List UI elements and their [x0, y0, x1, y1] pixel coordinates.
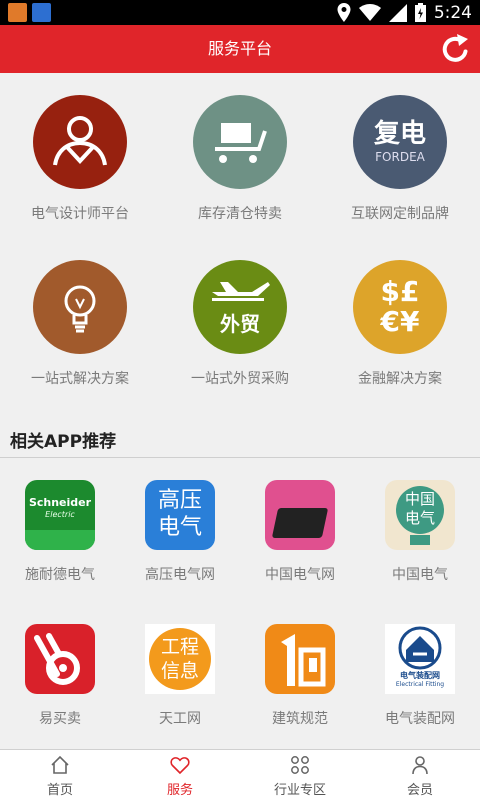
schneider-brand: Schneider	[28, 496, 92, 509]
notification-app-icon-2	[32, 3, 51, 22]
grid-icon	[291, 756, 309, 774]
divider	[0, 457, 480, 458]
cooker-body	[271, 508, 329, 538]
fordea-logo: 复电 FORDEA	[353, 95, 447, 189]
battery-icon	[414, 3, 426, 22]
nav-label: 首页	[46, 783, 73, 798]
schneider-icon: Schneider Electric	[25, 480, 95, 550]
notification-app-icon	[8, 3, 27, 22]
gaoya-logo-line1: 高压	[157, 488, 202, 513]
service-label: 金融解决方案	[358, 371, 442, 387]
nav-item-service[interactable]: 服务	[120, 750, 240, 800]
nav-item-home[interactable]: 首页	[0, 750, 120, 800]
location-icon	[337, 3, 351, 22]
service-item-designer[interactable]: 电气设计师平台	[0, 95, 160, 245]
tiangong-logo-line1: 工程	[160, 636, 199, 658]
bulb-base	[410, 535, 430, 545]
app-label: 电气装配网	[385, 711, 455, 727]
app-item-yimaimai[interactable]: 易买卖	[0, 624, 120, 744]
china-electric-line2: 电气	[404, 509, 435, 527]
refresh-icon[interactable]	[438, 31, 474, 67]
page-title: 服务平台	[207, 39, 272, 58]
service-label: 一站式解决方案	[31, 371, 129, 387]
heart-icon	[170, 757, 190, 775]
nav-label: 会员	[406, 783, 433, 798]
app-item-china-electric-net[interactable]: 中国电气网	[240, 480, 360, 600]
home-icon	[51, 755, 69, 774]
fordea-logo-en: FORDEA	[375, 150, 425, 164]
app-item-china-electric[interactable]: 中国 电气 中国电气	[360, 480, 480, 600]
gaoya-icon: 高压 电气	[145, 480, 215, 550]
induction-cooker-icon	[265, 480, 335, 550]
zhuangpei-logo-cn: 电气装配网	[400, 671, 440, 680]
app-label: 中国电气	[392, 567, 448, 583]
clock: 5:24	[433, 2, 472, 23]
service-item-clearance[interactable]: 库存清仓特卖	[160, 95, 320, 245]
bottom-nav: 首页 服务 行业专区 会员	[0, 749, 480, 800]
fordea-logo-cn: 复电	[373, 119, 426, 149]
lightbulb-icon	[33, 260, 127, 354]
service-label: 一站式外贸采购	[191, 371, 289, 387]
app-item-schneider[interactable]: Schneider Electric 施耐德电气	[0, 480, 120, 600]
schneider-brand-sub: Electric	[45, 510, 75, 519]
app-label: 中国电气网	[265, 567, 335, 583]
app-screen: 5:24 服务平台 电气设计师平台 库存清仓特卖 复电 FORDEA 互联网定制…	[0, 0, 480, 800]
service-item-finance[interactable]: $£€¥ 金融解决方案	[320, 260, 480, 410]
designer-icon	[33, 95, 127, 189]
currency-symbols: $£€¥	[380, 275, 420, 338]
wifi-icon	[358, 4, 381, 21]
service-label: 库存清仓特卖	[198, 206, 282, 222]
nav-label: 行业专区	[273, 783, 326, 798]
app-item-jianzhu[interactable]: 建筑规范	[240, 624, 360, 744]
service-label: 电气设计师平台	[31, 206, 129, 222]
service-item-fordea[interactable]: 复电 FORDEA 互联网定制品牌	[320, 95, 480, 245]
airplane-icon: 外贸	[193, 260, 287, 354]
app-label: 易买卖	[39, 711, 81, 727]
nav-item-industry[interactable]: 行业专区	[240, 750, 360, 800]
header-bar: 服务平台	[0, 25, 480, 73]
cart-icon	[193, 95, 287, 189]
trade-badge: 外贸	[220, 311, 260, 336]
tiangong-icon: 工程 信息	[145, 624, 215, 694]
service-label: 互联网定制品牌	[351, 206, 449, 222]
zhuangpei-logo-en: Electrical Fitting	[395, 681, 445, 688]
tiangong-logo-line2: 信息	[160, 660, 199, 682]
app-label: 施耐德电气	[25, 567, 95, 583]
app-label: 天工网	[159, 711, 201, 727]
currency-icon: $£€¥	[353, 260, 447, 354]
yimaimai-icon	[25, 624, 95, 694]
status-bar: 5:24	[0, 0, 480, 25]
jianzhu-icon	[265, 624, 335, 694]
nav-item-member[interactable]: 会员	[360, 750, 480, 800]
zhuangpei-icon: 电气装配网 Electrical Fitting	[385, 624, 455, 694]
gaoya-logo-line2: 电气	[157, 515, 202, 540]
app-label: 高压电气网	[145, 567, 215, 583]
china-electric-icon: 中国 电气	[385, 480, 455, 550]
service-item-solution[interactable]: 一站式解决方案	[0, 260, 160, 410]
china-electric-line1: 中国	[404, 490, 435, 508]
section-title: 相关APP推荐	[10, 432, 117, 452]
app-label: 建筑规范	[272, 711, 328, 727]
app-item-tiangong[interactable]: 工程 信息 天工网	[120, 624, 240, 744]
schneider-skyline	[25, 530, 95, 550]
app-item-zhuangpei[interactable]: 电气装配网 Electrical Fitting 电气装配网	[360, 624, 480, 744]
user-icon	[412, 756, 428, 775]
signal-icon	[388, 3, 407, 22]
app-item-gaoya[interactable]: 高压 电气 高压电气网	[120, 480, 240, 600]
service-item-trade[interactable]: 外贸 一站式外贸采购	[160, 260, 320, 410]
nav-label: 服务	[166, 783, 193, 798]
